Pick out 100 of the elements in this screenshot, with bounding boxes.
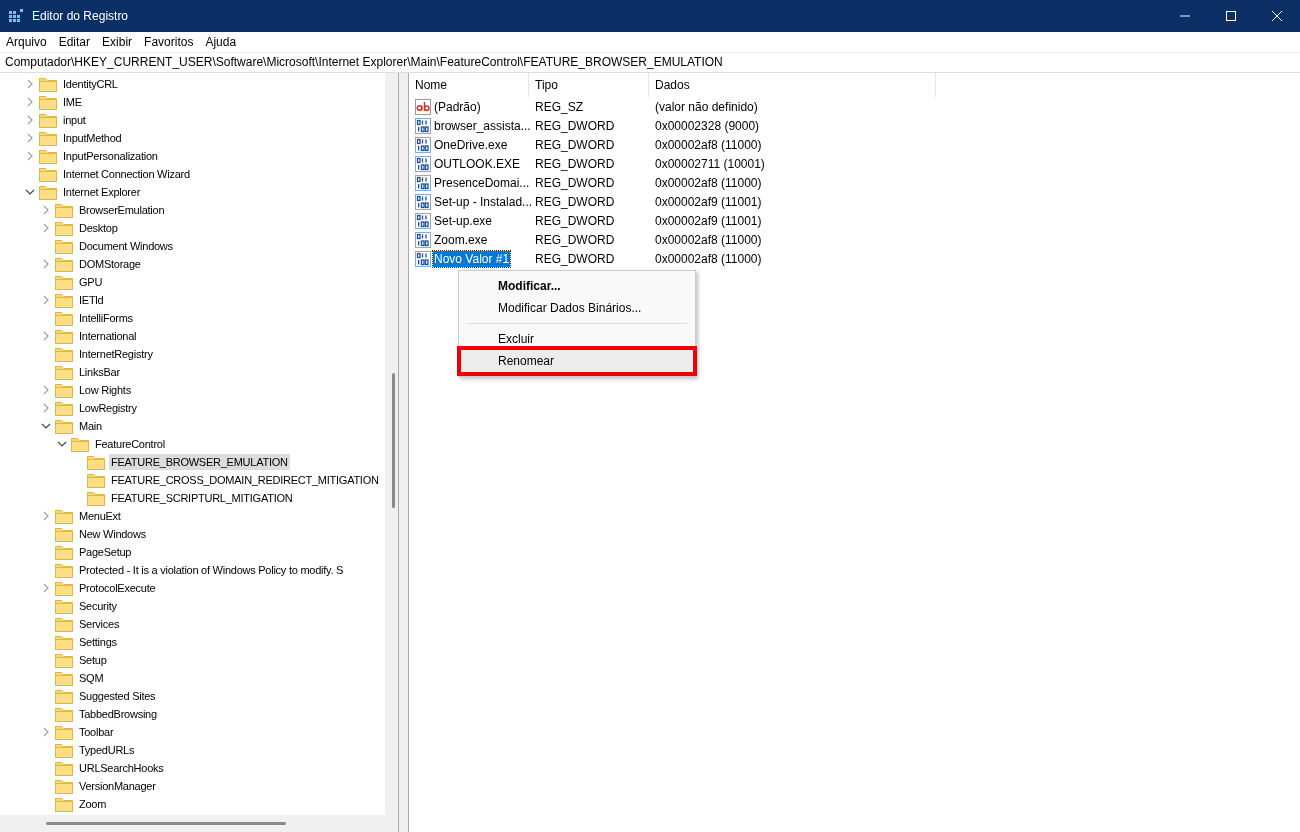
expand-chevron-icon[interactable] [41, 259, 51, 269]
tree-item[interactable]: InputPersonalization [61, 148, 160, 164]
binary-value-icon [415, 193, 431, 210]
value-name[interactable]: PresenceDomai... [433, 174, 531, 191]
menu-item[interactable]: Ajuda [199, 35, 243, 49]
folder-icon [55, 760, 73, 776]
tree-item[interactable]: PageSetup [77, 544, 134, 560]
tree-item[interactable]: Desktop [77, 220, 120, 236]
menu-item[interactable]: Exibir [96, 35, 139, 49]
menu-item[interactable]: Favoritos [138, 35, 200, 49]
tree-item[interactable]: Low Rights [77, 382, 133, 398]
tree-item[interactable]: IdentityCRL [61, 76, 120, 92]
binary-value-icon [415, 231, 431, 248]
folder-icon [55, 526, 73, 542]
tree-item[interactable]: FEATURE_BROWSER_EMULATION [109, 454, 290, 470]
table-cell-text: 0x00002af8 (11000) [654, 232, 763, 247]
tree-item[interactable]: IME [61, 94, 84, 110]
folder-icon [55, 310, 73, 326]
tree-item[interactable]: International [77, 328, 139, 344]
folder-icon [55, 508, 73, 524]
expand-chevron-icon[interactable] [41, 295, 51, 305]
tree-item[interactable]: Security [77, 598, 119, 614]
tree-item[interactable]: Main [77, 418, 104, 434]
tree-item[interactable]: ProtocolExecute [77, 580, 158, 596]
tree-item[interactable]: Settings [77, 634, 119, 650]
tree-item[interactable]: Services [77, 616, 122, 632]
tree-item[interactable]: FeatureControl [93, 436, 167, 452]
folder-icon [55, 292, 73, 308]
folder-icon [39, 94, 57, 110]
column-header[interactable]: Nome [409, 73, 529, 97]
folder-icon [55, 256, 73, 272]
tree-item[interactable]: InputMethod [61, 130, 124, 146]
column-header[interactable]: Dados [649, 73, 936, 97]
value-name[interactable]: Set-up.exe [433, 212, 494, 229]
tree-item[interactable]: input [61, 112, 88, 128]
folder-icon [55, 544, 73, 560]
tree-item[interactable]: SQM [77, 670, 106, 686]
tree-item[interactable]: TypedURLs [77, 742, 137, 758]
tree-item[interactable]: DOMStorage [77, 256, 143, 272]
collapse-chevron-icon[interactable] [57, 439, 67, 449]
menu-item[interactable]: Modificar... [461, 275, 693, 297]
expand-chevron-icon[interactable] [25, 79, 35, 89]
column-header[interactable]: Tipo [529, 73, 649, 97]
expand-chevron-icon[interactable] [25, 133, 35, 143]
expand-chevron-icon[interactable] [41, 223, 51, 233]
value-name[interactable]: Zoom.exe [433, 231, 489, 248]
folder-icon [55, 328, 73, 344]
expand-chevron-icon[interactable] [25, 97, 35, 107]
table-cell-text: REG_DWORD [534, 213, 616, 228]
tree-item[interactable]: FEATURE_CROSS_DOMAIN_REDIRECT_MITIGATION [109, 472, 381, 488]
tree-item[interactable]: URLSearchHooks [77, 760, 166, 776]
tree-item[interactable]: LowRegistry [77, 400, 139, 416]
tree-item[interactable]: InternetRegistry [77, 346, 155, 362]
menu-item[interactable]: Excluir [461, 328, 693, 350]
folder-icon [55, 346, 73, 362]
value-name[interactable]: OUTLOOK.EXE [433, 155, 522, 172]
value-name[interactable]: OneDrive.exe [433, 136, 509, 153]
folder-icon [55, 418, 73, 434]
expand-chevron-icon[interactable] [41, 511, 51, 521]
tree-item[interactable]: Internet Connection Wizard [61, 166, 192, 182]
tree-item[interactable]: Document Windows [77, 238, 175, 254]
tree-item[interactable]: Suggested Sites [77, 688, 158, 704]
expand-chevron-icon[interactable] [25, 151, 35, 161]
expand-chevron-icon[interactable] [41, 331, 51, 341]
tree-item[interactable]: Protected - It is a violation of Windows Policy to modify. S [77, 562, 346, 578]
table-cell-text: 0x00002af8 (11000) [654, 137, 763, 152]
tree-item[interactable]: Toolbar [77, 724, 116, 740]
expand-chevron-icon[interactable] [41, 583, 51, 593]
tree-item[interactable]: IETld [77, 292, 106, 308]
folder-icon [39, 184, 57, 200]
tree-item[interactable]: Internet Explorer [61, 184, 143, 200]
tree-item[interactable]: GPU [77, 274, 105, 290]
tree-item[interactable]: Zoom [77, 796, 109, 812]
menu-item[interactable]: Modificar Dados Binários... [461, 297, 693, 319]
folder-icon [55, 220, 73, 236]
expand-chevron-icon[interactable] [25, 115, 35, 125]
tree-item[interactable]: IntelliForms [77, 310, 135, 326]
expand-chevron-icon[interactable] [41, 205, 51, 215]
tree-item[interactable]: New Windows [77, 526, 148, 542]
expand-chevron-icon[interactable] [41, 403, 51, 413]
menu-item[interactable]: Editar [52, 35, 97, 49]
menu-item[interactable]: Arquivo [0, 35, 53, 49]
value-name[interactable]: Novo Valor #1 [433, 250, 511, 267]
tree-item[interactable]: MenuExt [77, 508, 123, 524]
tree-item[interactable]: VersionManager [77, 778, 158, 794]
collapse-chevron-icon[interactable] [25, 187, 35, 197]
expand-chevron-icon[interactable] [41, 727, 51, 737]
close-icon [1272, 11, 1282, 21]
tree-item[interactable]: Setup [77, 652, 109, 668]
value-name[interactable]: browser_assista... [433, 117, 532, 134]
value-name[interactable]: (Padrão) [433, 98, 482, 115]
pane-splitter[interactable] [398, 73, 409, 832]
tree-item[interactable]: FEATURE_SCRIPTURL_MITIGATION [109, 490, 295, 506]
tree-item[interactable]: LinksBar [77, 364, 122, 380]
collapse-chevron-icon[interactable] [41, 421, 51, 431]
expand-chevron-icon[interactable] [41, 385, 51, 395]
value-name[interactable]: Set-up - Instalad... [433, 193, 534, 210]
tree-item[interactable]: BrowserEmulation [77, 202, 167, 218]
folder-icon [55, 796, 73, 812]
tree-item[interactable]: TabbedBrowsing [77, 706, 159, 722]
